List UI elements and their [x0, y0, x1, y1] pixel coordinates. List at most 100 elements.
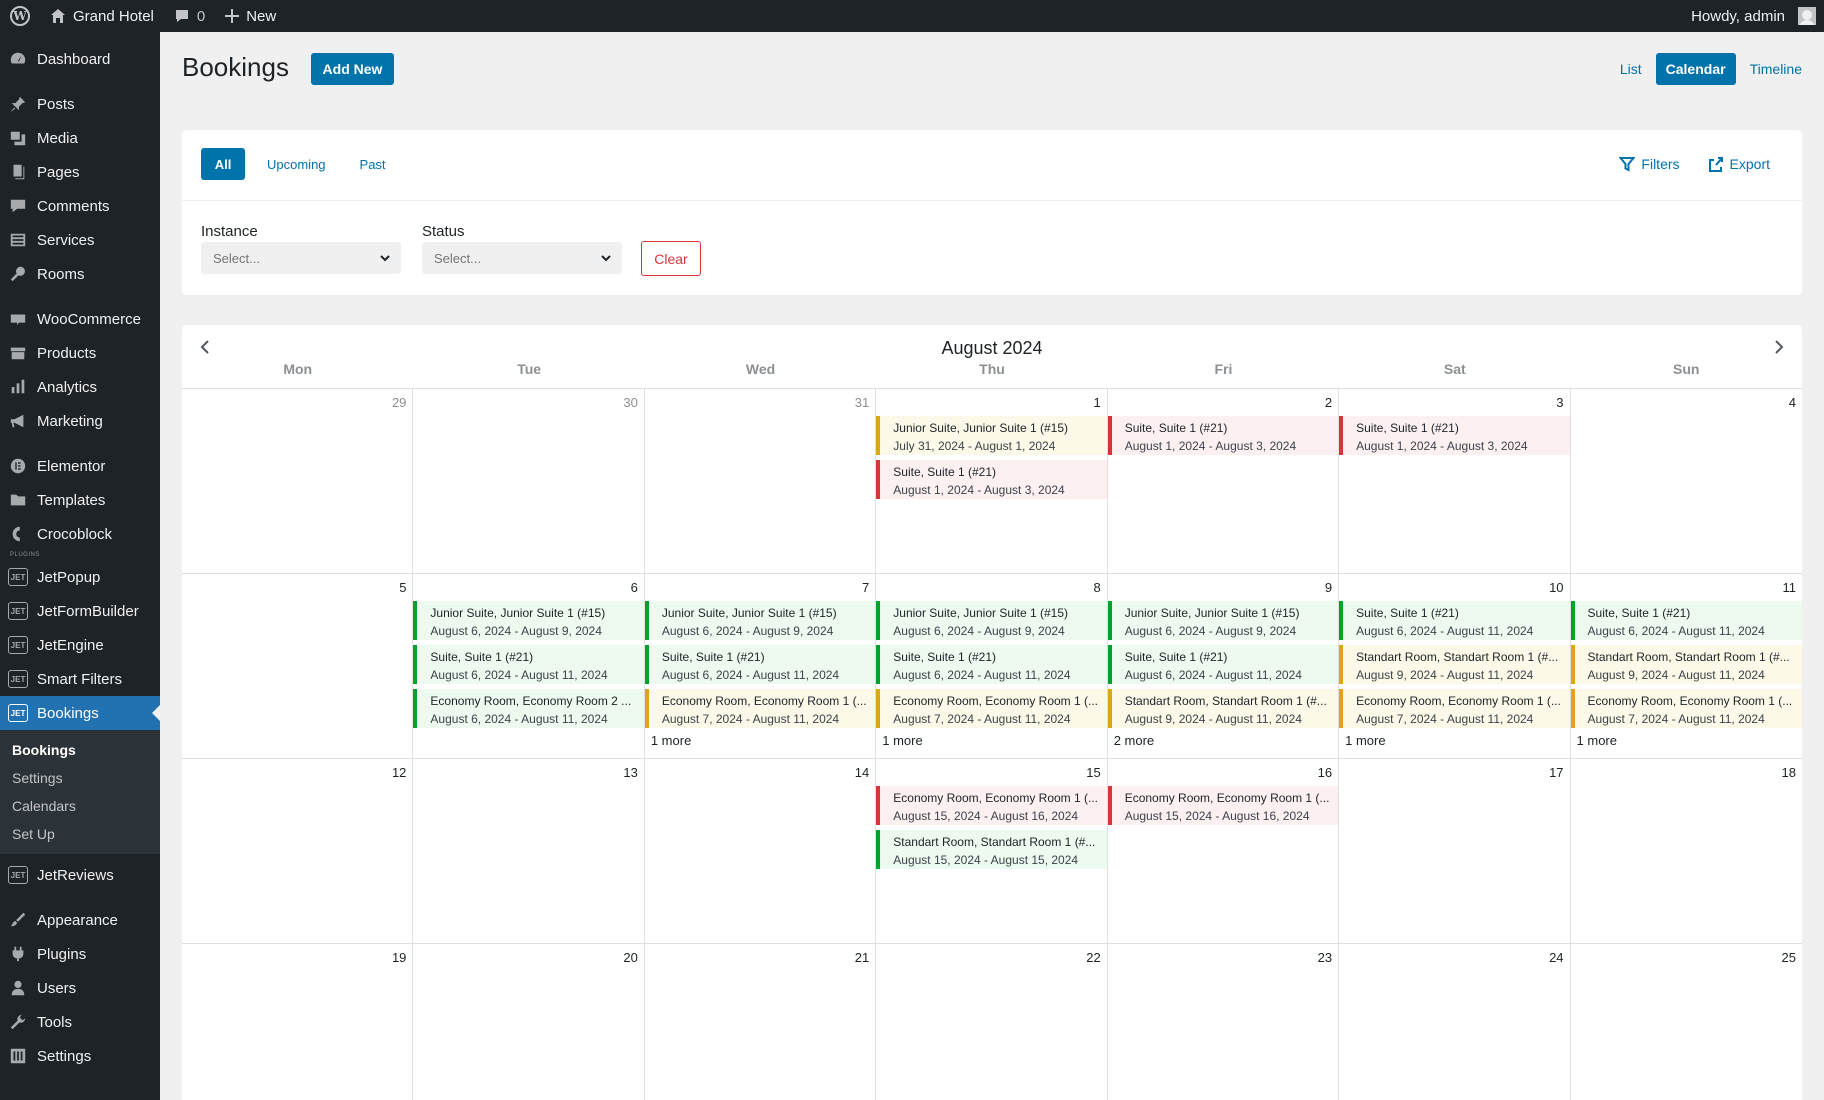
more-events-link[interactable]: 1 more [1339, 733, 1569, 748]
submenu-item-settings[interactable]: Settings [0, 764, 160, 792]
sidebar-item-products[interactable]: Products [0, 336, 160, 370]
submenu-item-bookings[interactable]: Bookings [0, 736, 160, 764]
next-month-button[interactable] [1770, 339, 1786, 355]
calendar-day-cell[interactable]: 2 Suite, Suite 1 (#21) August 1, 2024 - Au… [1107, 389, 1340, 573]
status-select[interactable]: Select... [422, 242, 622, 274]
sidebar-item-services[interactable]: Services [0, 223, 160, 257]
sidebar-item-posts[interactable]: Posts [0, 87, 160, 121]
booking-event[interactable]: Junior Suite, Junior Suite 1 (#15) August… [1107, 601, 1339, 640]
calendar-day-cell[interactable]: 17 [1339, 759, 1571, 943]
sidebar-item-bookings[interactable]: JET Bookings [0, 696, 160, 730]
sidebar-item-rooms[interactable]: Rooms [0, 257, 160, 291]
submenu-item-calendars[interactable]: Calendars [0, 792, 160, 820]
calendar-day-cell[interactable]: 21 [645, 944, 877, 1100]
sidebar-item-smart-filters[interactable]: JET Smart Filters [0, 662, 160, 696]
calendar-day-cell[interactable]: 8 Junior Suite, Junior Suite 1 (#15) Augus… [876, 574, 1108, 758]
more-events-link[interactable]: 2 more [1108, 733, 1338, 748]
instance-select[interactable]: Select... [201, 242, 401, 274]
calendar-day-cell[interactable]: 23 [1108, 944, 1340, 1100]
booking-event[interactable]: Standart Room, Standart Room 1 (#... Augu… [1339, 645, 1570, 684]
booking-event[interactable]: Economy Room, Economy Room 2 ... August 6… [413, 689, 644, 728]
booking-event[interactable]: Junior Suite, Junior Suite 1 (#15) August… [413, 601, 644, 640]
booking-event[interactable]: Suite, Suite 1 (#21) August 6, 2024 - Aug… [876, 645, 1107, 684]
calendar-day-cell[interactable]: 15 Economy Room, Economy Room 1 (... Augus… [876, 759, 1108, 943]
submenu-item-set-up[interactable]: Set Up [0, 820, 160, 848]
more-events-link[interactable]: 1 more [1571, 733, 1802, 748]
clear-button[interactable]: Clear [641, 241, 701, 276]
calendar-day-cell[interactable]: 11 Suite, Suite 1 (#21) August 6, 2024 - A… [1570, 574, 1802, 758]
calendar-day-cell[interactable]: 29 [182, 389, 414, 573]
booking-event[interactable]: Economy Room, Economy Room 1 (... August … [876, 786, 1107, 825]
sidebar-item-tools[interactable]: Tools [0, 1005, 160, 1039]
view-timeline-link[interactable]: Timeline [1750, 61, 1802, 77]
more-events-link[interactable]: 1 more [876, 733, 1106, 748]
booking-event[interactable]: Suite, Suite 1 (#21) August 6, 2024 - Aug… [1570, 601, 1802, 640]
booking-event[interactable]: Junior Suite, Junior Suite 1 (#15) August… [876, 601, 1107, 640]
sidebar-item-elementor[interactable]: Elementor [0, 449, 160, 483]
sidebar-item-crocoblock[interactable]: Crocoblock [0, 517, 160, 551]
sidebar-item-jetreviews[interactable]: JET JetReviews [0, 858, 160, 892]
booking-event[interactable]: Economy Room, Economy Room 1 (... August … [1107, 786, 1339, 825]
calendar-day-cell[interactable]: 5 [182, 574, 414, 758]
calendar-day-cell[interactable]: 20 [413, 944, 645, 1100]
calendar-day-cell[interactable]: 16 Economy Room, Economy Room 1 (... Augus… [1107, 759, 1340, 943]
booking-event[interactable]: Junior Suite, Junior Suite 1 (#15) August… [644, 601, 876, 640]
calendar-day-cell[interactable]: 7 Junior Suite, Junior Suite 1 (#15) Augus… [644, 574, 877, 758]
sidebar-item-dashboard[interactable]: Dashboard [0, 42, 160, 76]
sidebar-item-users[interactable]: Users [0, 971, 160, 1005]
booking-event[interactable]: Economy Room, Economy Room 1 (... August … [1339, 689, 1570, 728]
sidebar-item-marketing[interactable]: Marketing [0, 404, 160, 438]
tab-upcoming[interactable]: Upcoming [255, 148, 338, 180]
sidebar-item-jetformbuilder[interactable]: JET JetFormBuilder [0, 594, 160, 628]
booking-event[interactable]: Suite, Suite 1 (#21) August 6, 2024 - Aug… [413, 645, 644, 684]
sidebar-item-comments[interactable]: Comments [0, 189, 160, 223]
calendar-day-cell[interactable]: 24 [1339, 944, 1571, 1100]
booking-event[interactable]: Suite, Suite 1 (#21) August 1, 2024 - Aug… [1339, 416, 1570, 455]
sidebar-item-jetpopup[interactable]: JET JetPopup [0, 560, 160, 594]
my-account-menu[interactable]: Howdy, admin [1681, 0, 1824, 32]
comments-link[interactable]: 0 [164, 0, 215, 32]
new-content-link[interactable]: New [215, 0, 286, 32]
sidebar-item-settings[interactable]: Settings [0, 1039, 160, 1073]
calendar-day-cell[interactable]: 22 [876, 944, 1108, 1100]
sidebar-item-templates[interactable]: Templates [0, 483, 160, 517]
booking-event[interactable]: Suite, Suite 1 (#21) August 6, 2024 - Aug… [1339, 601, 1570, 640]
booking-event[interactable]: Junior Suite, Junior Suite 1 (#15) July 3… [876, 416, 1107, 455]
booking-event[interactable]: Suite, Suite 1 (#21) August 1, 2024 - Aug… [876, 460, 1107, 499]
calendar-day-cell[interactable]: 19 [182, 944, 414, 1100]
tab-all[interactable]: All [201, 148, 245, 180]
sidebar-item-plugins[interactable]: Plugins [0, 937, 160, 971]
sidebar-item-jetengine[interactable]: JET JetEngine [0, 628, 160, 662]
booking-event[interactable]: Suite, Suite 1 (#21) August 1, 2024 - Aug… [1107, 416, 1339, 455]
calendar-day-cell[interactable]: 1 Junior Suite, Junior Suite 1 (#15) July … [876, 389, 1108, 573]
add-new-button[interactable]: Add New [311, 53, 394, 85]
calendar-day-cell[interactable]: 31 [645, 389, 877, 573]
booking-event[interactable]: Suite, Suite 1 (#21) August 6, 2024 - Aug… [644, 645, 876, 684]
view-calendar-button[interactable]: Calendar [1655, 53, 1736, 85]
sidebar-item-pages[interactable]: Pages [0, 155, 160, 189]
filters-button[interactable]: Filters [1619, 156, 1680, 172]
booking-event[interactable]: Economy Room, Economy Room 1 (... August … [644, 689, 876, 728]
booking-event[interactable]: Standart Room, Standart Room 1 (#... Augu… [1570, 645, 1802, 684]
wp-logo-menu[interactable]: W [0, 0, 40, 32]
site-name-link[interactable]: Grand Hotel [40, 0, 164, 32]
sidebar-item-appearance[interactable]: Appearance [0, 903, 160, 937]
booking-event[interactable]: Economy Room, Economy Room 1 (... August … [876, 689, 1107, 728]
calendar-day-cell[interactable]: 25 [1571, 944, 1802, 1100]
calendar-day-cell[interactable]: 14 [645, 759, 877, 943]
booking-event[interactable]: Standart Room, Standart Room 1 (#... Augu… [1107, 689, 1339, 728]
booking-event[interactable]: Standart Room, Standart Room 1 (#... Augu… [876, 830, 1107, 869]
booking-event[interactable]: Economy Room, Economy Room 1 (... August … [1570, 689, 1802, 728]
calendar-day-cell[interactable]: 13 [413, 759, 645, 943]
sidebar-item-woocommerce[interactable]: WooCommerce [0, 302, 160, 336]
view-list-link[interactable]: List [1620, 61, 1642, 77]
calendar-day-cell[interactable]: 10 Suite, Suite 1 (#21) August 6, 2024 - A… [1339, 574, 1571, 758]
calendar-day-cell[interactable]: 30 [413, 389, 645, 573]
calendar-day-cell[interactable]: 6 Junior Suite, Junior Suite 1 (#15) Augus… [413, 574, 645, 758]
export-button[interactable]: Export [1708, 156, 1770, 172]
calendar-day-cell[interactable]: 4 [1571, 389, 1802, 573]
calendar-day-cell[interactable]: 12 [182, 759, 414, 943]
sidebar-item-analytics[interactable]: Analytics [0, 370, 160, 404]
more-events-link[interactable]: 1 more [645, 733, 875, 748]
tab-past[interactable]: Past [348, 148, 398, 180]
